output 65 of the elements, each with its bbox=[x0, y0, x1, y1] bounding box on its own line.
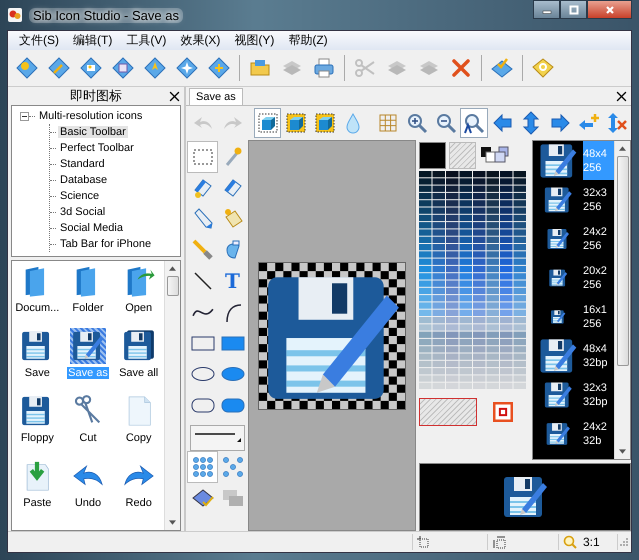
icon-tile[interactable]: Folder bbox=[62, 263, 114, 328]
icon-tile[interactable]: Copy bbox=[113, 393, 164, 458]
icon-tile[interactable]: Paste bbox=[12, 458, 63, 523]
size-list-item[interactable]: 20x2 256 bbox=[533, 258, 614, 297]
icon-label: Docum... bbox=[14, 302, 60, 314]
zoom-level: 3:1 bbox=[583, 535, 600, 549]
size-label: 48x4 bbox=[583, 342, 608, 356]
depth-label: 256 bbox=[583, 278, 602, 292]
icon-label: Floppy bbox=[20, 432, 55, 444]
icon-tile[interactable]: Save bbox=[12, 328, 63, 393]
icon-label: Folder bbox=[71, 302, 105, 314]
panel-title: 即时图标 bbox=[70, 87, 122, 105]
menu-item[interactable]: 帮助(Z) bbox=[281, 32, 335, 49]
icon-tile[interactable]: Undo bbox=[62, 458, 114, 523]
depth-label: 256 bbox=[583, 238, 602, 252]
icon-tile[interactable]: Docum... bbox=[12, 263, 63, 328]
depth-label: 32bp bbox=[583, 356, 608, 370]
icon-tile[interactable]: Floppy bbox=[12, 393, 63, 458]
tree-item[interactable]: Basic Toolbar bbox=[58, 126, 128, 138]
menu-item[interactable]: 效果(X) bbox=[173, 32, 228, 49]
text-tool[interactable]: T bbox=[218, 266, 247, 296]
tree-item[interactable]: Standard bbox=[58, 158, 107, 170]
icon-tile[interactable]: Save all bbox=[113, 328, 164, 393]
icon-tile[interactable]: Cut bbox=[62, 393, 114, 458]
size-label: 32x3 bbox=[583, 380, 608, 394]
icon-label: Save bbox=[24, 367, 51, 379]
size-list-item[interactable]: 48x4 32bp bbox=[533, 336, 614, 375]
icon-label: Undo bbox=[74, 497, 102, 509]
size-list-item[interactable]: 32x3 32bp bbox=[533, 375, 614, 414]
menu-item[interactable]: 视图(Y) bbox=[227, 32, 282, 49]
tree-item[interactable]: Social Media bbox=[58, 222, 125, 234]
icon-label: Redo bbox=[124, 497, 153, 509]
size-list-item[interactable]: 32x3 256 bbox=[533, 180, 614, 219]
size-label: 24x2 bbox=[583, 224, 608, 238]
tree-item[interactable]: Tab Bar for iPhone bbox=[58, 238, 154, 250]
depth-label: 256 bbox=[583, 160, 602, 174]
size-list-item[interactable]: 16x1 256 bbox=[533, 297, 614, 336]
tree-item[interactable]: 3d Social bbox=[58, 206, 108, 218]
icon-tile[interactable]: Open bbox=[113, 263, 164, 328]
size-label: 16x1 bbox=[583, 302, 608, 316]
tree-item[interactable]: Database bbox=[58, 174, 110, 186]
menu-item[interactable]: 工具(V) bbox=[119, 32, 174, 49]
size-list-item[interactable]: 24x2 32b bbox=[533, 414, 614, 453]
icon-label: Open bbox=[124, 302, 154, 314]
size-label: 48x4 bbox=[583, 146, 608, 160]
size-label: 20x2 bbox=[583, 264, 608, 278]
icon-label: Copy bbox=[124, 432, 152, 444]
document-tab[interactable]: Save as bbox=[189, 88, 243, 105]
menu-item[interactable]: 文件(S) bbox=[12, 32, 66, 49]
depth-label: 256 bbox=[583, 200, 602, 214]
menu-item[interactable]: 编辑(T) bbox=[66, 32, 120, 49]
size-list-item[interactable]: 24x2 256 bbox=[533, 219, 614, 258]
depth-label: 256 bbox=[583, 316, 602, 330]
depth-label: 32b bbox=[583, 434, 602, 448]
tree-item[interactable]: Multi-resolution icons bbox=[37, 110, 144, 122]
tree-item[interactable]: Perfect Toolbar bbox=[58, 142, 136, 154]
icon-tile[interactable]: Redo bbox=[113, 458, 164, 523]
tree-item[interactable]: Science bbox=[58, 190, 102, 202]
size-label: 24x2 bbox=[583, 420, 608, 434]
icon-label: Save as bbox=[67, 367, 109, 379]
icon-label: Save all bbox=[118, 367, 160, 379]
size-label: 32x3 bbox=[583, 186, 608, 200]
depth-label: 32bp bbox=[583, 394, 608, 408]
icon-label: Paste bbox=[22, 497, 52, 509]
icon-label: Cut bbox=[78, 432, 98, 444]
